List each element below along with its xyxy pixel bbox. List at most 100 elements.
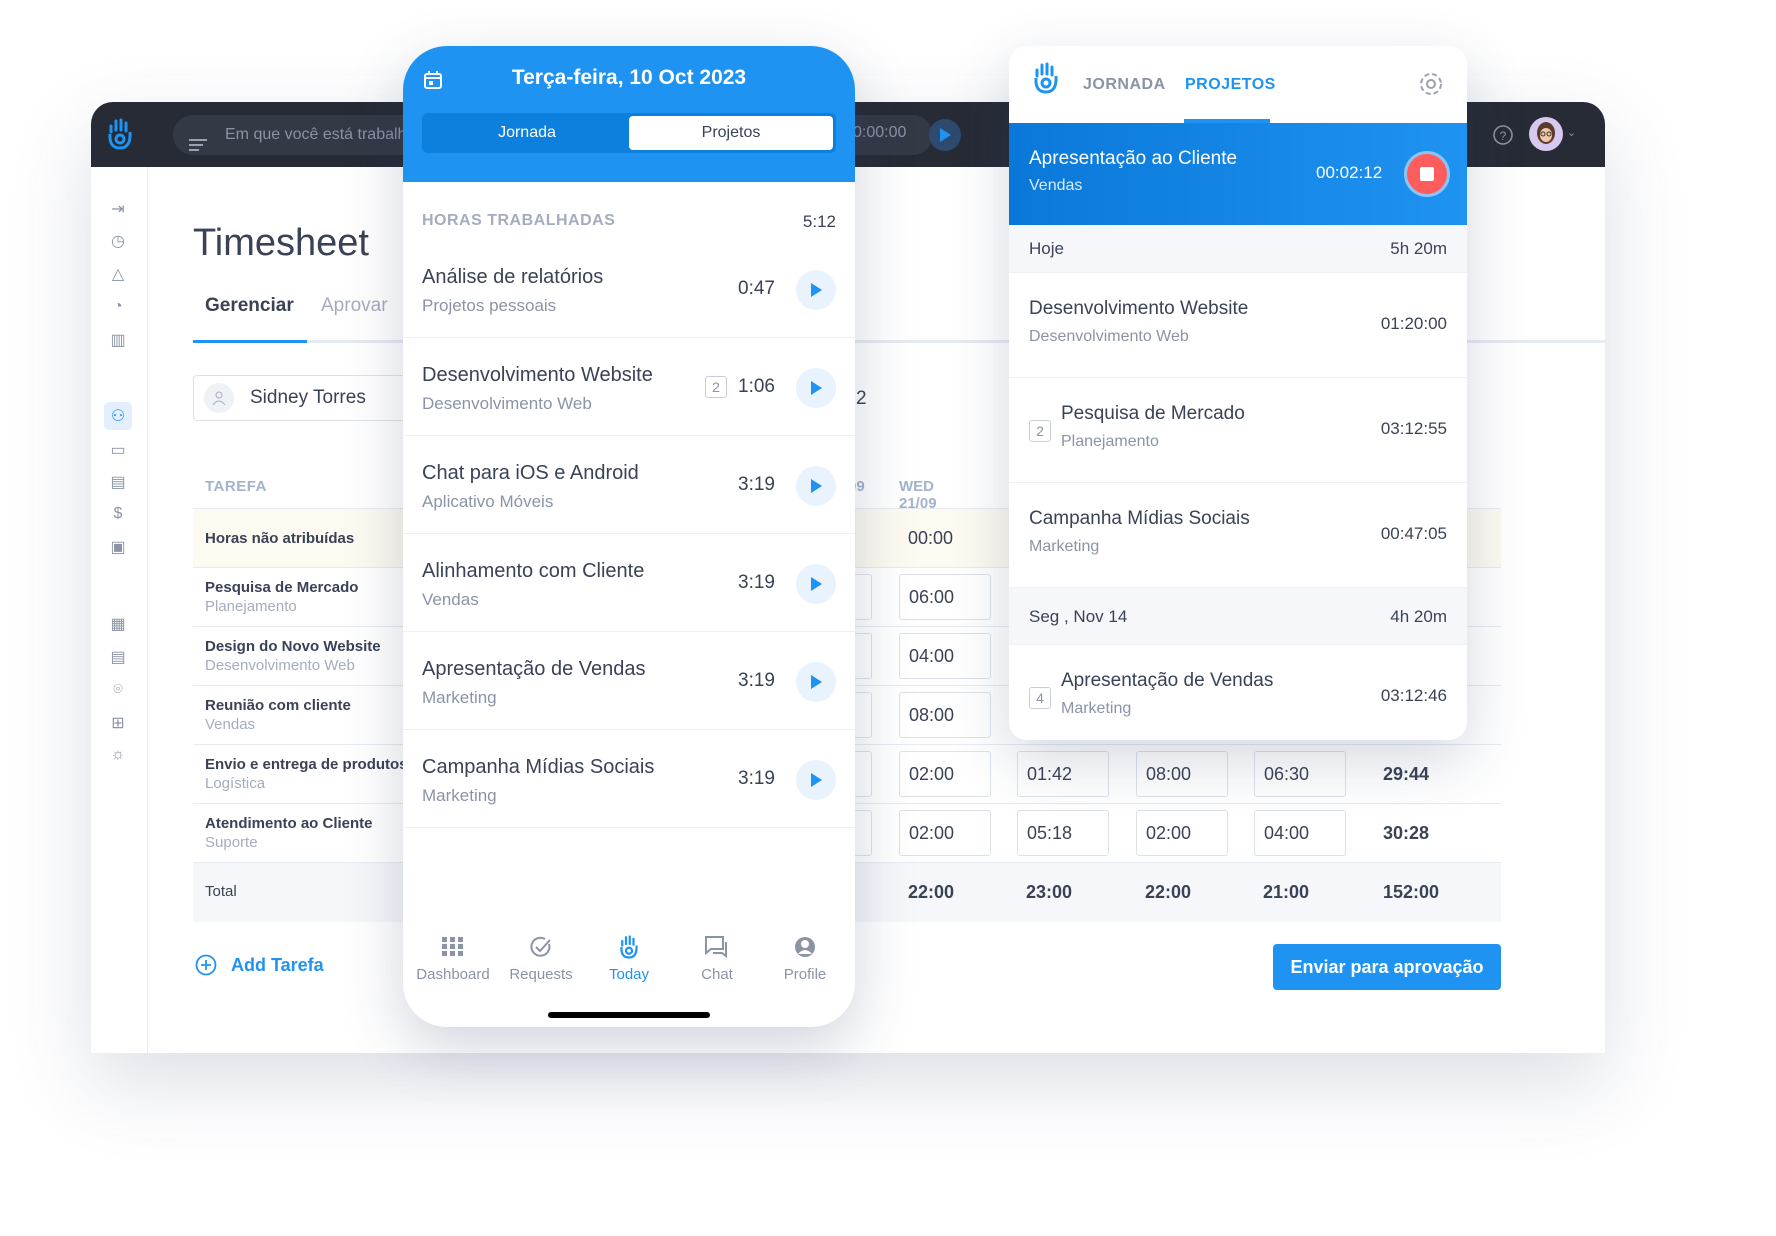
list-item[interactable]: 4 Apresentação de Vendas Marketing 03:12:46: [1009, 645, 1467, 740]
nav-profile[interactable]: Profile: [765, 934, 845, 983]
nav-today[interactable]: Today: [589, 934, 669, 983]
list-item[interactable]: Desenvolvimento Website Desenvolvimento W…: [403, 338, 855, 436]
tab-projetos[interactable]: PROJETOS: [1185, 76, 1276, 94]
play-button[interactable]: [796, 760, 836, 800]
group-label: Seg , Nov 14: [1029, 606, 1128, 626]
list-item[interactable]: Apresentação de Vendas Marketing 3:19: [403, 632, 855, 730]
nav-chat[interactable]: Chat: [677, 934, 757, 983]
row-total: 30:28: [1383, 823, 1430, 843]
location-icon[interactable]: ⌾: [104, 676, 132, 704]
svg-text:?: ?: [1500, 129, 1507, 143]
play-button[interactable]: [796, 270, 836, 310]
profile-icon: [765, 934, 845, 960]
hours-input[interactable]: 06:30: [1254, 751, 1346, 797]
running-time: 00:02:12: [1316, 163, 1383, 182]
segment-jornada[interactable]: Jornada: [425, 116, 629, 150]
document-icon[interactable]: ▤: [104, 643, 132, 671]
item-time: 3:19: [738, 572, 775, 593]
item-title: Campanha Mídias Sociais: [1029, 508, 1250, 529]
task-project: Desenvolvimento Web: [205, 657, 355, 674]
item-title: Pesquisa de Mercado: [1061, 403, 1245, 424]
active-tab-indicator: [193, 340, 307, 343]
tab-gerenciar[interactable]: Gerenciar: [205, 295, 294, 317]
chat-icon: [677, 934, 757, 960]
list-item[interactable]: Desenvolvimento Website Desenvolvimento W…: [1009, 273, 1467, 378]
pie-chart-icon[interactable]: ◔: [104, 293, 132, 321]
user-icon: [204, 383, 234, 413]
nav-requests[interactable]: Requests: [501, 934, 581, 983]
item-project: Desenvolvimento Web: [1029, 328, 1189, 345]
chevron-down-icon[interactable]: ⌄: [1567, 126, 1576, 139]
sign-in-icon[interactable]: ⇥: [104, 195, 132, 223]
list-item[interactable]: 2 Pesquisa de Mercado Planejamento 03:12:55: [1009, 378, 1467, 483]
hierarchy-icon[interactable]: ⊞: [104, 709, 132, 737]
list-item[interactable]: Alinhamento com Cliente Vendas 3:19: [403, 534, 855, 632]
hours-input[interactable]: 08:00: [899, 692, 991, 738]
nav-label: Requests: [509, 966, 573, 983]
hours-input[interactable]: 02:00: [899, 751, 991, 797]
task-name: Reunião com cliente: [205, 697, 351, 714]
mobile-app: Terça-feira, 10 Oct 2023 Jornada Projeto…: [403, 46, 855, 1027]
hours-input[interactable]: 01:42: [1017, 751, 1109, 797]
hours-input[interactable]: 05:18: [1017, 810, 1109, 856]
cash-register-icon[interactable]: ▣: [104, 533, 132, 561]
help-circle-icon[interactable]: ?: [1492, 124, 1514, 151]
tab-jornada[interactable]: JORNADA: [1083, 76, 1166, 94]
grid-icon: [413, 934, 493, 960]
home-indicator: [548, 1012, 710, 1018]
nav-dashboard[interactable]: Dashboard: [413, 934, 493, 983]
item-title: Campanha Mídias Sociais: [422, 756, 655, 778]
nav-label: Today: [608, 966, 650, 983]
list-item[interactable]: Campanha Mídias Sociais Marketing 00:47:05: [1009, 483, 1467, 588]
bar-chart-icon[interactable]: ▥: [104, 326, 132, 354]
hours-input[interactable]: 08:00: [1136, 751, 1228, 797]
clock-icon[interactable]: ◷: [104, 227, 132, 255]
hours-input[interactable]: 04:00: [1254, 810, 1346, 856]
folder-icon[interactable]: ▭: [104, 436, 132, 464]
add-task-label: Add Tarefa: [231, 954, 324, 975]
item-duration: 00:47:05: [1380, 524, 1447, 543]
gear-icon[interactable]: [1417, 70, 1445, 103]
stop-button[interactable]: [1404, 151, 1450, 197]
add-task-button[interactable]: Add Tarefa: [195, 954, 324, 976]
item-count-badge: 2: [705, 376, 727, 398]
avatar[interactable]: [1529, 117, 1563, 151]
play-icon: [811, 381, 822, 395]
task-name: Envio e entrega de produtos: [205, 756, 408, 773]
item-time: 3:19: [738, 474, 775, 495]
dollar-icon[interactable]: $: [104, 500, 132, 528]
hours-input[interactable]: 06:00: [899, 574, 991, 620]
sidebar: ⇥ ◷ △ ◔ ▥ ⚇ ▭ ▤ $ ▣ ▦ ▤ ⌾ ⊞ ☼: [91, 167, 148, 1053]
briefcase-icon[interactable]: ▤: [104, 468, 132, 496]
page-title: Timesheet: [193, 222, 369, 264]
hours-input[interactable]: 02:00: [899, 810, 991, 856]
play-button[interactable]: [796, 564, 836, 604]
task-project: Logística: [205, 775, 266, 792]
sun-icon[interactable]: ☼: [104, 741, 132, 769]
submit-approval-button[interactable]: Enviar para aprovação: [1273, 944, 1501, 990]
play-button[interactable]: [796, 368, 836, 408]
mobile-header: Terça-feira, 10 Oct 2023 Jornada Projeto…: [403, 46, 855, 182]
mobile-date: Terça-feira, 10 Oct 2023: [511, 66, 747, 89]
play-button[interactable]: [796, 662, 836, 702]
segment-projetos[interactable]: Projetos: [629, 116, 833, 150]
list-item[interactable]: Análise de relatórios Projetos pessoais 0:…: [403, 240, 855, 338]
item-count-badge: 2: [1029, 420, 1051, 442]
running-timer[interactable]: Apresentação ao Cliente Vendas 00:02:12: [1009, 123, 1467, 225]
mountain-icon[interactable]: △: [104, 260, 132, 288]
tab-aprovar[interactable]: Aprovar: [321, 295, 388, 317]
calendar-icon[interactable]: ▦: [104, 610, 132, 638]
play-button[interactable]: [796, 466, 836, 506]
hours-input[interactable]: 02:00: [1136, 810, 1228, 856]
play-icon: [940, 128, 951, 142]
column-total: 22:00: [1145, 882, 1192, 902]
start-timer-button[interactable]: [929, 119, 961, 151]
list-item[interactable]: Chat para iOS e Android Aplicativo Móveis…: [403, 436, 855, 534]
running-task-title: Apresentação ao Cliente: [1029, 148, 1238, 169]
users-icon[interactable]: ⚇: [104, 402, 132, 430]
item-title: Análise de relatórios: [422, 266, 604, 288]
list-item[interactable]: Campanha Mídias Sociais Marketing 3:19: [403, 730, 855, 828]
item-time: 3:19: [738, 670, 775, 691]
hand-logo-icon[interactable]: [107, 118, 133, 155]
hours-input[interactable]: 04:00: [899, 633, 991, 679]
